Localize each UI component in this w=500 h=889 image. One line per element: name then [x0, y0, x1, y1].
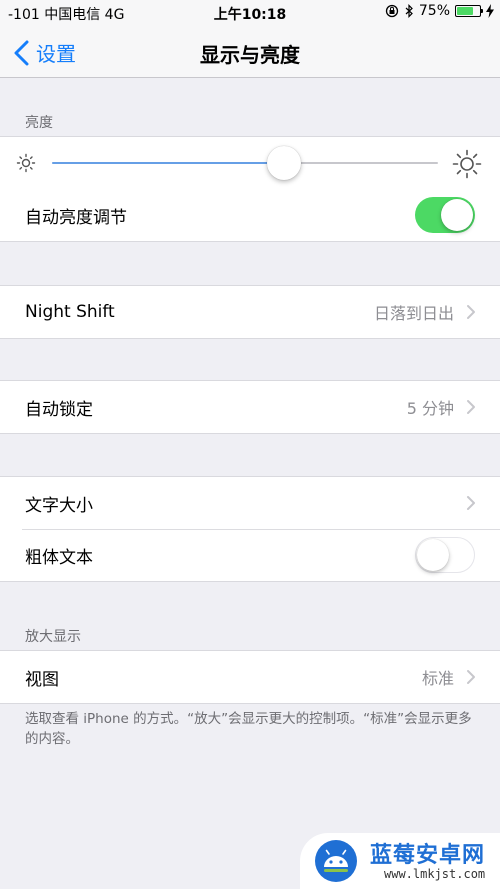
charging-bolt-icon: [486, 4, 494, 18]
watermark: 蓝莓安卓网 www.lmkjst.com: [300, 833, 500, 889]
night-shift-label: Night Shift: [25, 302, 115, 322]
watermark-title: 蓝莓安卓网: [370, 843, 486, 868]
chevron-right-icon: [467, 305, 475, 319]
status-bar: -101 中国电信 4G 上午10:18 75%: [0, 0, 500, 26]
toggle-knob: [441, 199, 473, 231]
view-row[interactable]: 视图 标准: [0, 651, 500, 703]
battery-fill: [457, 7, 473, 15]
brightness-group: 自动亮度调节: [0, 136, 500, 242]
zoom-section-header: 放大显示: [25, 629, 81, 645]
android-logo-icon: [315, 840, 357, 882]
auto-brightness-row: 自动亮度调节: [0, 189, 500, 241]
bold-text-toggle[interactable]: [415, 537, 475, 573]
view-detail: 标准: [421, 669, 454, 688]
brightness-slider-fill: [52, 162, 284, 164]
toggle-knob: [417, 539, 449, 571]
night-shift-detail: 日落到日出: [373, 304, 454, 323]
navigation-bar: 设置 显示与亮度: [0, 26, 500, 78]
night-shift-group: Night Shift 日落到日出: [0, 285, 500, 339]
zoom-footer-text: 选取查看 iPhone 的方式。“放大”会显示更大的控制项。“标准”会显示更多的…: [25, 711, 472, 747]
text-size-label: 文字大小: [25, 495, 93, 516]
auto-lock-detail: 5 分钟: [406, 399, 454, 418]
brightness-slider-row: [0, 137, 500, 189]
text-group: 文字大小 粗体文本: [0, 476, 500, 582]
zoom-group: 视图 标准: [0, 650, 500, 704]
auto-lock-label: 自动锁定: [25, 399, 93, 420]
chevron-right-icon: [467, 496, 475, 510]
chevron-right-icon: [467, 670, 475, 684]
orientation-lock-icon: [385, 4, 399, 18]
auto-brightness-label: 自动亮度调节: [25, 207, 127, 228]
auto-lock-group: 自动锁定 5 分钟: [0, 380, 500, 434]
sun-large-icon: [452, 149, 482, 179]
night-shift-row[interactable]: Night Shift 日落到日出: [0, 286, 500, 338]
battery-icon: [455, 5, 483, 17]
battery-percent: 75%: [418, 3, 450, 19]
bold-text-row: 粗体文本: [0, 529, 500, 581]
text-size-row[interactable]: 文字大小: [0, 477, 500, 529]
watermark-url: www.lmkjst.com: [384, 867, 486, 881]
view-label: 视图: [25, 669, 59, 690]
page-title: 显示与亮度: [200, 43, 300, 67]
brightness-slider-thumb[interactable]: [266, 146, 301, 180]
auto-brightness-toggle[interactable]: [415, 197, 475, 233]
chevron-right-icon: [467, 400, 475, 414]
status-icons: 75%: [385, 3, 494, 19]
bluetooth-icon: [405, 4, 413, 18]
sun-small-icon: [16, 153, 36, 173]
bold-text-label: 粗体文本: [25, 547, 93, 568]
auto-lock-row[interactable]: 自动锁定 5 分钟: [0, 381, 500, 433]
brightness-slider[interactable]: [52, 146, 438, 180]
brightness-section-header: 亮度: [25, 115, 53, 131]
